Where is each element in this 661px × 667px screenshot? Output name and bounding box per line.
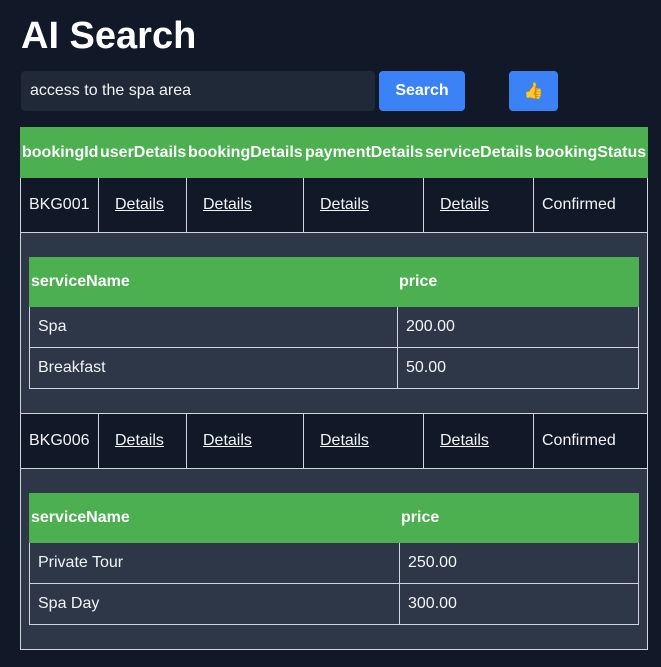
service-name-cell: Private Tour	[29, 542, 400, 584]
column-header-serviceDetails: serviceDetails	[423, 127, 534, 178]
search-bar: Search 👍	[21, 71, 561, 111]
service-price-cell: 200.00	[397, 306, 639, 348]
list-item: Breakfast 50.00	[29, 347, 639, 389]
service-name-cell: Spa	[29, 306, 398, 348]
search-input[interactable]	[21, 71, 375, 111]
page-title: AI Search	[21, 15, 197, 57]
table-row: BKG006 Details Details Details Details C…	[20, 413, 648, 469]
payment-details-link[interactable]: Details	[320, 432, 369, 449]
service-details-row: serviceName price Private Tour 250.00 Sp…	[20, 468, 648, 650]
service-details-link[interactable]: Details	[440, 432, 489, 449]
service-details-table: serviceName price Spa 200.00 Breakfast 5…	[29, 257, 639, 389]
column-header-bookingId: bookingId	[20, 127, 99, 178]
payment-details-link[interactable]: Details	[320, 196, 369, 213]
column-header-userDetails: userDetails	[98, 127, 187, 178]
thumbs-up-icon: 👍	[523, 83, 544, 100]
booking-details-link[interactable]: Details	[203, 432, 252, 449]
service-name-cell: Breakfast	[29, 347, 398, 389]
list-item: Private Tour 250.00	[29, 542, 639, 584]
service-details-table: serviceName price Private Tour 250.00 Sp…	[29, 493, 639, 625]
service-price-cell: 300.00	[399, 583, 639, 625]
service-price-cell: 250.00	[399, 542, 639, 584]
results-header-row: bookingId userDetails bookingDetails pay…	[20, 127, 648, 178]
user-details-link[interactable]: Details	[115, 432, 164, 449]
booking-status-cell: Confirmed	[533, 177, 648, 233]
column-header-serviceName: serviceName	[29, 493, 400, 543]
booking-id-cell: BKG001	[20, 177, 99, 233]
list-item: Spa Day 300.00	[29, 583, 639, 625]
booking-id-cell: BKG006	[20, 413, 99, 469]
thumbs-up-button[interactable]: 👍	[509, 71, 558, 111]
service-name-cell: Spa Day	[29, 583, 400, 625]
column-header-bookingDetails: bookingDetails	[186, 127, 304, 178]
search-button[interactable]: Search	[379, 71, 465, 111]
column-header-serviceName: serviceName	[29, 257, 398, 307]
column-header-bookingStatus: bookingStatus	[533, 127, 648, 178]
service-details-link[interactable]: Details	[440, 196, 489, 213]
service-details-row: serviceName price Spa 200.00 Breakfast 5…	[20, 232, 648, 414]
table-row: BKG001 Details Details Details Details C…	[20, 177, 648, 233]
column-header-price: price	[397, 257, 639, 307]
column-header-price: price	[399, 493, 639, 543]
booking-status-cell: Confirmed	[533, 413, 648, 469]
service-price-cell: 50.00	[397, 347, 639, 389]
user-details-link[interactable]: Details	[115, 196, 164, 213]
list-item: Spa 200.00	[29, 306, 639, 348]
results-table: bookingId userDetails bookingDetails pay…	[20, 127, 648, 650]
column-header-paymentDetails: paymentDetails	[303, 127, 424, 178]
booking-details-link[interactable]: Details	[203, 196, 252, 213]
